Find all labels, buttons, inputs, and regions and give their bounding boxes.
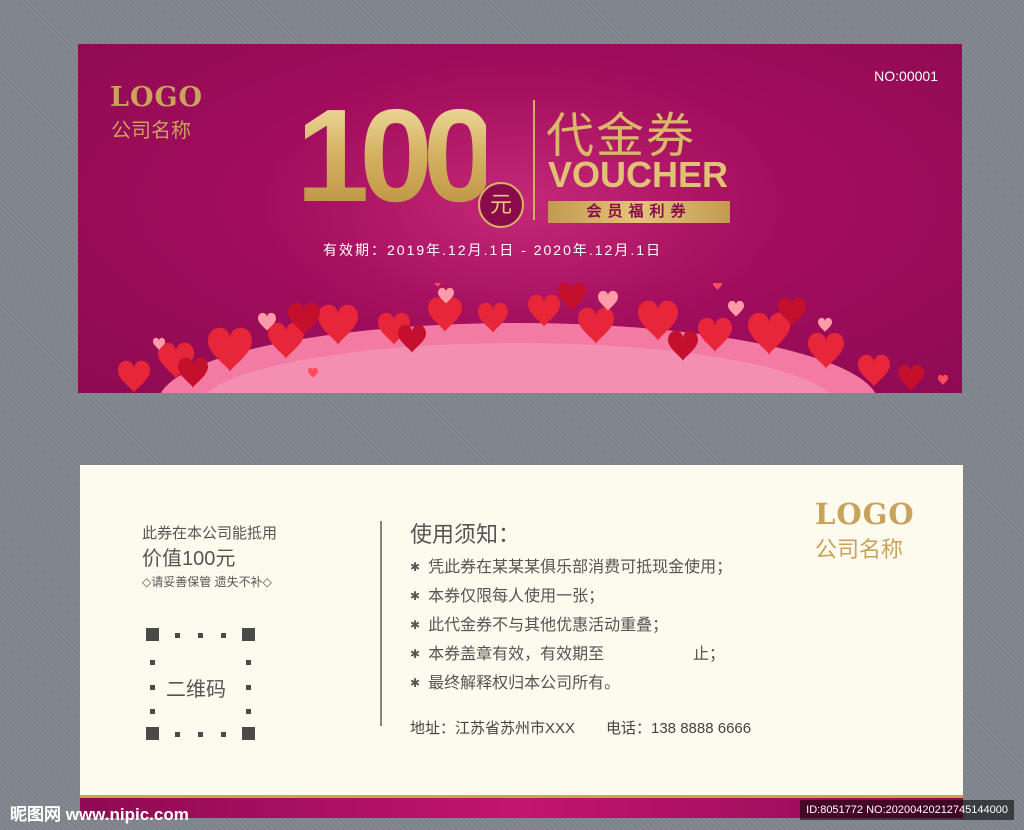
qr-dot bbox=[175, 732, 180, 737]
qr-dot bbox=[150, 660, 155, 665]
voucher-back: 此券在本公司能抵用 价值100元 ◇请妥善保管 遗失不补◇ 二维码 使用须知： … bbox=[80, 465, 963, 795]
address-text: 地址：江苏省苏州市XXX bbox=[410, 720, 576, 737]
back-logo: LOGO bbox=[815, 497, 915, 531]
notice-text: 凭此券在某某某俱乐部消费可抵现金使用； bbox=[428, 559, 733, 576]
back-divider bbox=[380, 521, 382, 726]
qr-corner-tr bbox=[242, 628, 255, 641]
qr-dot bbox=[150, 709, 155, 714]
front-logo: LOGO bbox=[110, 82, 204, 113]
title-divider bbox=[533, 100, 535, 220]
member-benefit-band: 会员福利券 bbox=[548, 201, 730, 223]
notice-item: ✱ 本券仅限每人使用一张； bbox=[410, 588, 605, 605]
qr-dot bbox=[221, 633, 226, 638]
front-company-name: 公司名称 bbox=[111, 120, 191, 142]
qr-corner-br bbox=[242, 727, 255, 740]
notice-text: 最终解释权归本公司所有。 bbox=[428, 675, 621, 692]
voucher-front: LOGO 公司名称 NO:00001 100 元 代金券 VOUCHER 会员福… bbox=[78, 44, 962, 393]
phone-text: 电话：138 8888 6666 bbox=[606, 720, 752, 737]
qr-dot bbox=[198, 732, 203, 737]
qr-dot bbox=[150, 685, 155, 690]
notice-text: 此代金券不与其他优惠活动重叠； bbox=[428, 617, 669, 634]
voucher-title-en: VOUCHER bbox=[548, 154, 729, 195]
image-id-badge: ID:8051772 NO:20200420212745144000 bbox=[800, 800, 1014, 820]
notice-item: ✱ 凭此券在某某某俱乐部消费可抵现金使用； bbox=[410, 559, 733, 576]
qr-dot bbox=[246, 660, 251, 665]
qr-dot bbox=[198, 633, 203, 638]
qr-code-label: 二维码 bbox=[166, 679, 226, 701]
keep-safe-note: ◇请妥善保管 遗失不补◇ bbox=[142, 575, 272, 589]
qr-dot bbox=[246, 709, 251, 714]
amount-value: 100 bbox=[296, 82, 496, 229]
site-watermark: 昵图网 www.nipic.com bbox=[10, 805, 189, 824]
serial-number: NO:00001 bbox=[874, 68, 938, 84]
qr-dot bbox=[221, 732, 226, 737]
hearts-decoration bbox=[118, 283, 948, 393]
qr-dot bbox=[175, 633, 180, 638]
validity-period: 有效期：2019年.12月.1日 - 2020年.12月.1日 bbox=[323, 242, 663, 258]
back-company-name: 公司名称 bbox=[815, 537, 904, 562]
qr-corner-bl bbox=[146, 727, 159, 740]
qr-dot bbox=[246, 685, 251, 690]
notice-item: ✱ 本券盖章有效，有效期至 止； bbox=[410, 646, 725, 663]
qr-corner-tl bbox=[146, 628, 159, 641]
usage-line: 此券在本公司能抵用 bbox=[142, 525, 278, 542]
usage-notice-title: 使用须知： bbox=[410, 522, 521, 547]
amount-unit-badge: 元 bbox=[478, 182, 524, 228]
notice-item: ✱ 最终解释权归本公司所有。 bbox=[410, 675, 621, 692]
notice-text: 本券盖章有效，有效期至 止； bbox=[428, 646, 725, 663]
notice-item: ✱ 此代金券不与其他优惠活动重叠； bbox=[410, 617, 669, 634]
value-line: 价值100元 bbox=[142, 548, 236, 570]
notice-text: 本券仅限每人使用一张； bbox=[428, 588, 605, 605]
